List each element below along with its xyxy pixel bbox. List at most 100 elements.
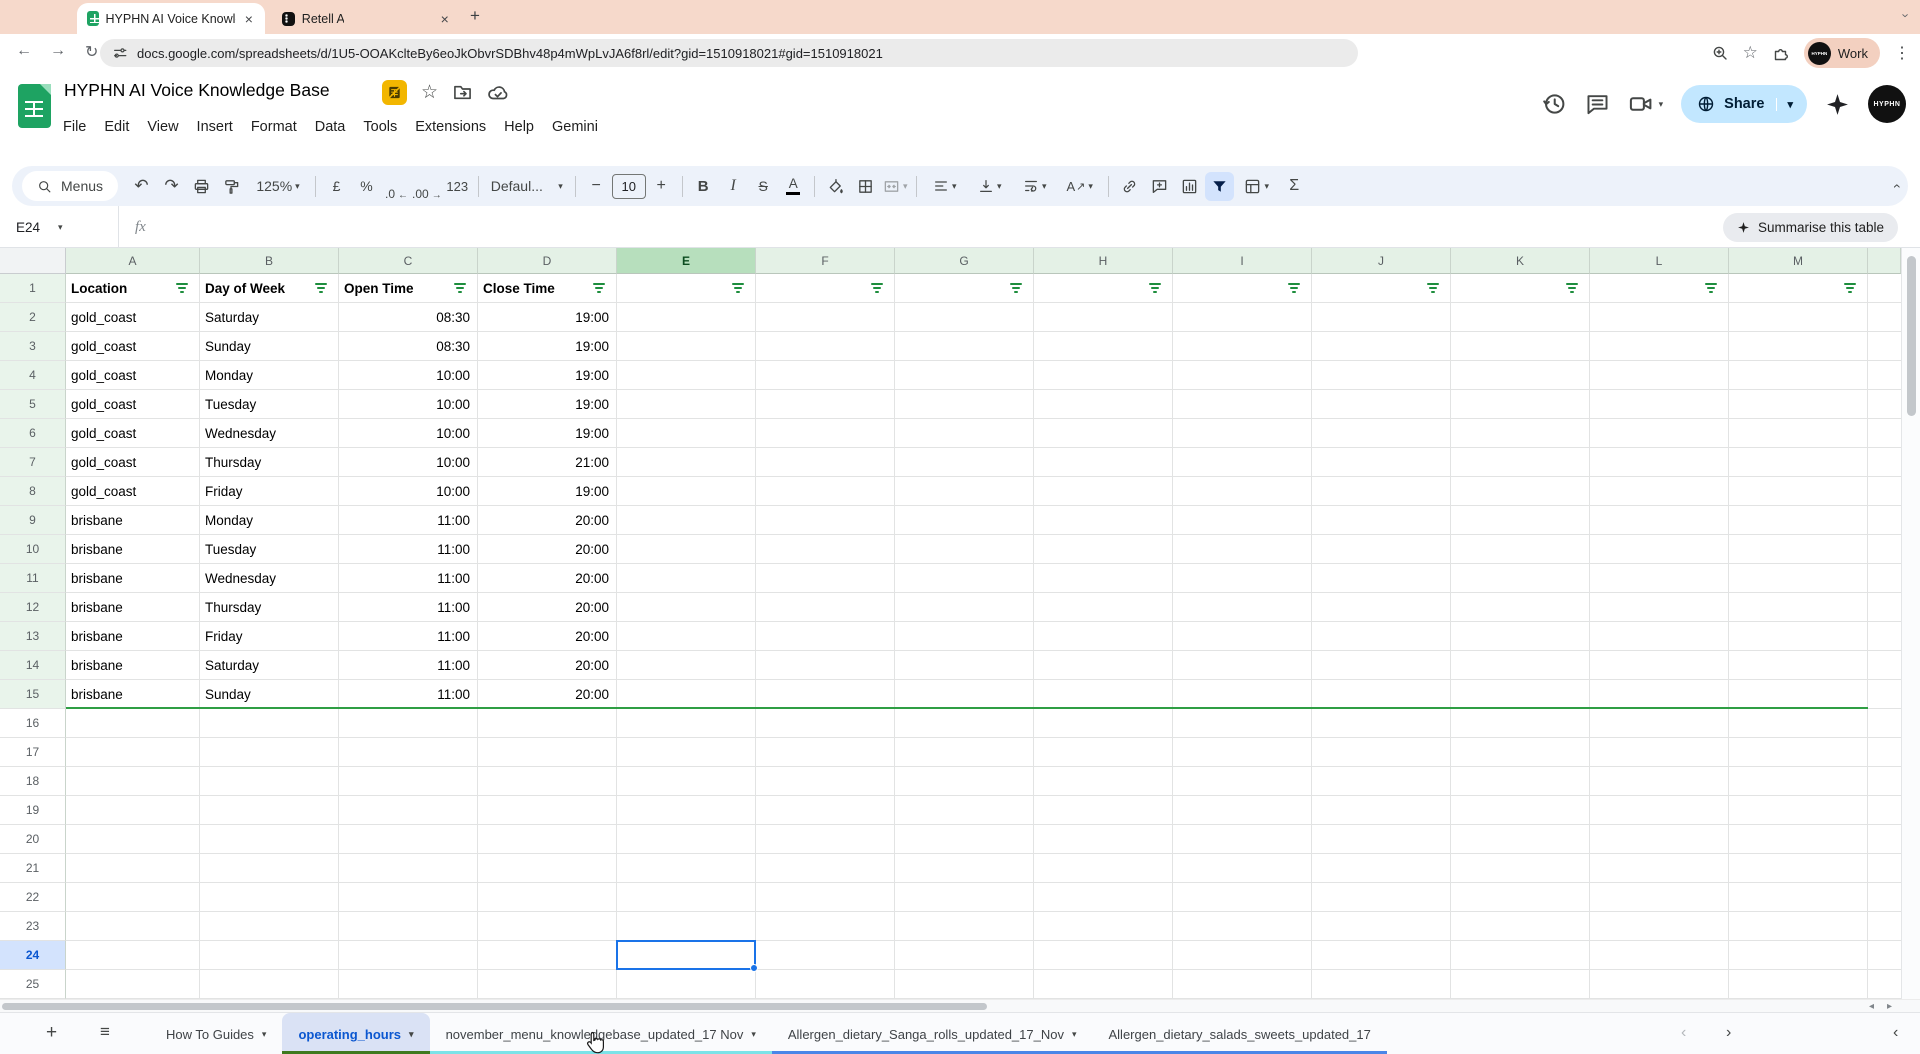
redo-icon[interactable]: ↷ xyxy=(157,172,186,201)
row-header-13[interactable]: 13 xyxy=(0,622,66,651)
cell-J1[interactable] xyxy=(1312,274,1451,303)
cell-M23[interactable] xyxy=(1729,912,1868,941)
cell-K11[interactable] xyxy=(1451,564,1590,593)
row-header-11[interactable]: 11 xyxy=(0,564,66,593)
horizontal-scrollbar-thumb[interactable] xyxy=(2,1003,987,1010)
cell-J24[interactable] xyxy=(1312,941,1451,970)
row-header-15[interactable]: 15 xyxy=(0,680,66,709)
menu-extensions[interactable]: Extensions xyxy=(406,114,495,140)
cell-H22[interactable] xyxy=(1034,883,1173,912)
cell-A2[interactable]: gold_coast xyxy=(66,303,200,332)
cell-I2[interactable] xyxy=(1173,303,1312,332)
cell-K24[interactable] xyxy=(1451,941,1590,970)
cell-G21[interactable] xyxy=(895,854,1034,883)
cell-G18[interactable] xyxy=(895,767,1034,796)
row-header-24[interactable]: 24 xyxy=(0,941,66,970)
cell-M22[interactable] xyxy=(1729,883,1868,912)
cell-H4[interactable] xyxy=(1034,361,1173,390)
cell-E1[interactable] xyxy=(617,274,756,303)
cell-M20[interactable] xyxy=(1729,825,1868,854)
cell-H18[interactable] xyxy=(1034,767,1173,796)
cell-G11[interactable] xyxy=(895,564,1034,593)
cloud-saved-icon[interactable] xyxy=(487,82,509,104)
gemini-sparkle-icon[interactable] xyxy=(1825,92,1850,117)
cell-C5[interactable]: 10:00 xyxy=(339,390,478,419)
cell-A23[interactable] xyxy=(66,912,200,941)
cell-C4[interactable]: 10:00 xyxy=(339,361,478,390)
cell-K17[interactable] xyxy=(1451,738,1590,767)
cell-I1[interactable] xyxy=(1173,274,1312,303)
cell-J9[interactable] xyxy=(1312,506,1451,535)
cell-E23[interactable] xyxy=(617,912,756,941)
insert-chart-icon[interactable] xyxy=(1175,172,1204,201)
functions-icon[interactable]: Σ xyxy=(1280,172,1309,201)
sheet-tab-allergen-dietary-sanga-rolls-updated-17-[interactable]: Allergen_dietary_Sanga_rolls_updated_17_… xyxy=(772,1013,1093,1054)
horizontal-align-icon[interactable]: ▾ xyxy=(923,172,967,201)
cell-A17[interactable] xyxy=(66,738,200,767)
insert-comment-icon[interactable] xyxy=(1145,172,1174,201)
collapse-toolbar-icon[interactable]: › xyxy=(1888,184,1904,189)
star-document-icon[interactable]: ☆ xyxy=(421,81,438,104)
cell-I12[interactable] xyxy=(1173,593,1312,622)
cell-L13[interactable] xyxy=(1590,622,1729,651)
zoom-page-icon[interactable] xyxy=(1711,44,1729,62)
cell-B1[interactable]: Day of Week xyxy=(200,274,339,303)
cell-D3[interactable]: 19:00 xyxy=(478,332,617,361)
cell-F11[interactable] xyxy=(756,564,895,593)
cell-D16[interactable] xyxy=(478,709,617,738)
cell-I8[interactable] xyxy=(1173,477,1312,506)
cell-I3[interactable] xyxy=(1173,332,1312,361)
cell-K13[interactable] xyxy=(1451,622,1590,651)
column-filter-icon[interactable] xyxy=(311,283,327,293)
cell-D21[interactable] xyxy=(478,854,617,883)
vertical-scrollbar-thumb[interactable] xyxy=(1907,256,1916,416)
cell-A3[interactable]: gold_coast xyxy=(66,332,200,361)
cell-D19[interactable] xyxy=(478,796,617,825)
increase-font-size-button[interactable]: + xyxy=(647,172,676,201)
cell-I21[interactable] xyxy=(1173,854,1312,883)
cell-K2[interactable] xyxy=(1451,303,1590,332)
extensions-puzzle-icon[interactable] xyxy=(1772,44,1790,62)
cell-C11[interactable]: 11:00 xyxy=(339,564,478,593)
formula-input[interactable]: fx xyxy=(118,206,1518,248)
cell-F6[interactable] xyxy=(756,419,895,448)
cell-L21[interactable] xyxy=(1590,854,1729,883)
cell-F19[interactable] xyxy=(756,796,895,825)
cell-L16[interactable] xyxy=(1590,709,1729,738)
cell-A4[interactable]: gold_coast xyxy=(66,361,200,390)
cell-H5[interactable] xyxy=(1034,390,1173,419)
browser-tab-sheets[interactable]: HYPHN AI Voice Knowledge B × xyxy=(77,3,265,34)
cell-F9[interactable] xyxy=(756,506,895,535)
cell-E3[interactable] xyxy=(617,332,756,361)
cell-A1[interactable]: Location xyxy=(66,274,200,303)
row-header-19[interactable]: 19 xyxy=(0,796,66,825)
cell-B11[interactable]: Wednesday xyxy=(200,564,339,593)
cell-L6[interactable] xyxy=(1590,419,1729,448)
cell-F8[interactable] xyxy=(756,477,895,506)
cell-A21[interactable] xyxy=(66,854,200,883)
cell-J19[interactable] xyxy=(1312,796,1451,825)
cell-B9[interactable]: Monday xyxy=(200,506,339,535)
cell-F13[interactable] xyxy=(756,622,895,651)
cell-J21[interactable] xyxy=(1312,854,1451,883)
cell-G24[interactable] xyxy=(895,941,1034,970)
row-header-23[interactable]: 23 xyxy=(0,912,66,941)
column-header-D[interactable]: D xyxy=(478,248,617,274)
cell-L12[interactable] xyxy=(1590,593,1729,622)
cell-J13[interactable] xyxy=(1312,622,1451,651)
cell-D5[interactable]: 19:00 xyxy=(478,390,617,419)
cell-E16[interactable] xyxy=(617,709,756,738)
cell-E17[interactable] xyxy=(617,738,756,767)
create-filter-icon[interactable] xyxy=(1205,172,1234,201)
cell-B25[interactable] xyxy=(200,970,339,999)
cell-C2[interactable]: 08:30 xyxy=(339,303,478,332)
cell-F14[interactable] xyxy=(756,651,895,680)
tab-close-icon[interactable]: × xyxy=(437,11,452,27)
cell-G22[interactable] xyxy=(895,883,1034,912)
cell-L14[interactable] xyxy=(1590,651,1729,680)
horizontal-scrollbar[interactable]: ◂ ▸ xyxy=(0,999,1920,1012)
cell-D25[interactable] xyxy=(478,970,617,999)
cell-C8[interactable]: 10:00 xyxy=(339,477,478,506)
cell-J10[interactable] xyxy=(1312,535,1451,564)
column-header-H[interactable]: H xyxy=(1034,248,1173,274)
